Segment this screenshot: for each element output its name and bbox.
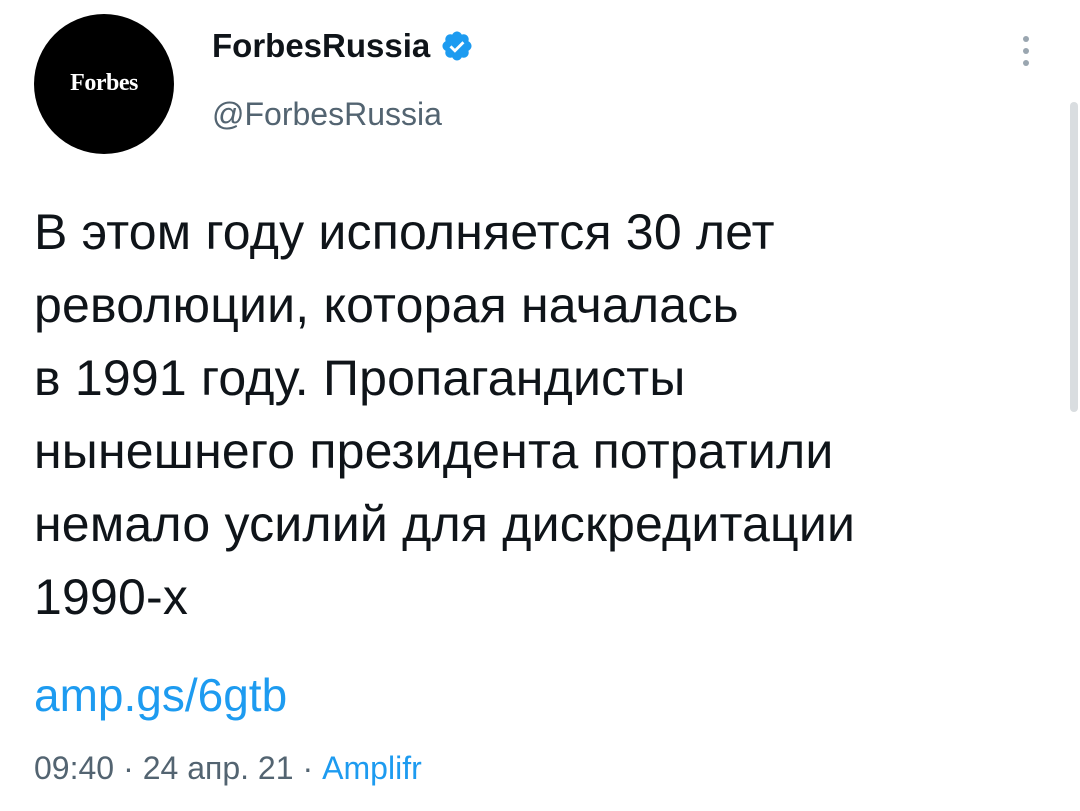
tweet-text-line: революции, которая началась [34,277,739,333]
meta-separator: · [123,750,134,786]
tweet-meta: 09:40 · 24 апр. 21 · Amplifr [34,750,422,787]
tweet-text-line: в 1991 году. Пропагандисты [34,350,686,406]
display-name[interactable]: ForbesRussia [212,27,430,65]
author-name-row: ForbesRussia [212,22,474,70]
avatar[interactable]: Forbes [34,14,174,154]
tweet-text-line: 1990-х [34,569,189,625]
verified-badge-icon [440,29,474,63]
more-dot [1023,60,1029,66]
handle[interactable]: @ForbesRussia [212,96,442,133]
tweet-text: В этом году исполняется 30 лет революции… [34,196,1054,634]
tweet-text-line: немало усилий для дискредитации [34,496,856,552]
forbes-logo: Forbes [70,69,138,96]
meta-separator: · [302,750,314,786]
tweet: Forbes ForbesRussia @ForbesRussia В этом… [0,0,1080,811]
tweet-text-line: В этом году исполняется 30 лет [34,204,775,260]
more-dot [1023,36,1029,42]
tweet-date[interactable]: 24 апр. 21 [143,750,294,786]
tweet-link[interactable]: amp.gs/6gtb [34,668,287,722]
more-dot [1023,48,1029,54]
tweet-source[interactable]: Amplifr [322,750,422,786]
more-vertical-icon[interactable] [1006,26,1046,76]
tweet-time[interactable]: 09:40 [34,750,114,786]
tweet-text-line: нынешнего президента потратили [34,423,834,479]
scrollbar[interactable] [1070,102,1078,412]
